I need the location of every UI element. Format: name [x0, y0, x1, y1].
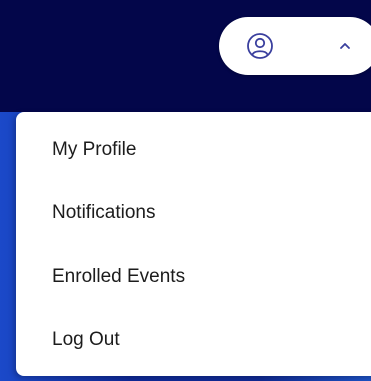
menu-item-my-profile[interactable]: My Profile — [16, 120, 371, 180]
menu-item-enrolled-events[interactable]: Enrolled Events — [16, 247, 371, 307]
user-menu-toggle-button[interactable] — [219, 17, 371, 75]
menu-item-log-out[interactable]: Log Out — [16, 310, 371, 370]
user-circle-icon — [247, 33, 273, 59]
menu-item-notifications[interactable]: Notifications — [16, 183, 371, 243]
app-header — [0, 0, 371, 112]
chevron-up-icon — [340, 43, 350, 49]
user-dropdown-menu: My Profile Notifications Enrolled Events… — [16, 112, 371, 376]
